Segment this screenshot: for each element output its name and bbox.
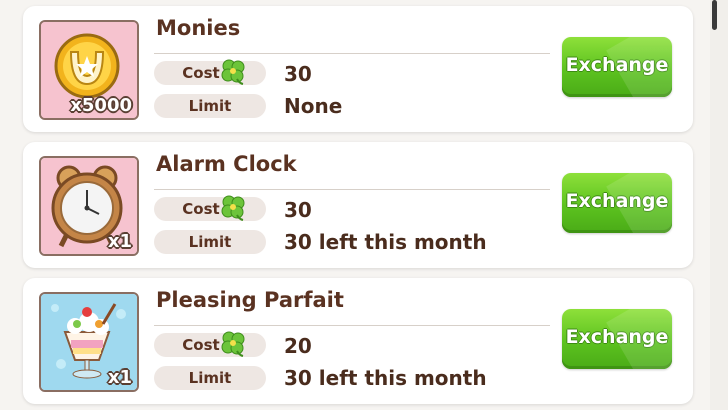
clover-icon (221, 195, 245, 221)
divider (154, 53, 550, 54)
shop-item-card: x5000 Monies Cost 30 Limit None Exchange (23, 6, 693, 132)
exchange-button-label: Exchange (565, 326, 669, 348)
exchange-button[interactable]: Exchange (562, 309, 672, 369)
divider (154, 325, 550, 326)
shop-item-card: x1 Alarm Clock Cost 30 Limit 30 left thi… (23, 142, 693, 268)
exchange-button-label: Exchange (565, 190, 669, 212)
limit-value: 30 left this month (284, 230, 487, 254)
item-name: Alarm Clock (156, 152, 297, 176)
item-quantity: x1 (107, 231, 132, 252)
cost-value: 30 (284, 198, 312, 222)
item-thumbnail: x5000 (39, 20, 139, 120)
cost-label: Cost (154, 333, 266, 357)
exchange-button[interactable]: Exchange (562, 173, 672, 233)
cost-value: 30 (284, 62, 312, 86)
item-thumbnail: x1 (39, 156, 139, 256)
shop-item-card: x1 Pleasing Parfait Cost 20 Limit 30 lef… (23, 278, 693, 404)
limit-label: Limit (154, 366, 266, 390)
cost-value: 20 (284, 334, 312, 358)
limit-label: Limit (154, 230, 266, 254)
cost-label: Cost (154, 61, 266, 85)
cost-label: Cost (154, 197, 266, 221)
item-thumbnail: x1 (39, 292, 139, 392)
item-name: Monies (156, 16, 241, 40)
item-name: Pleasing Parfait (156, 288, 344, 312)
item-quantity: x1 (107, 367, 132, 388)
clover-icon (221, 331, 245, 357)
clover-icon (221, 59, 245, 85)
exchange-button-label: Exchange (565, 54, 669, 76)
scrollbar[interactable] (712, 0, 717, 30)
limit-value: None (284, 94, 343, 118)
item-quantity: x5000 (70, 95, 132, 116)
divider (154, 189, 550, 190)
limit-value: 30 left this month (284, 366, 487, 390)
exchange-button[interactable]: Exchange (562, 37, 672, 97)
limit-label: Limit (154, 94, 266, 118)
